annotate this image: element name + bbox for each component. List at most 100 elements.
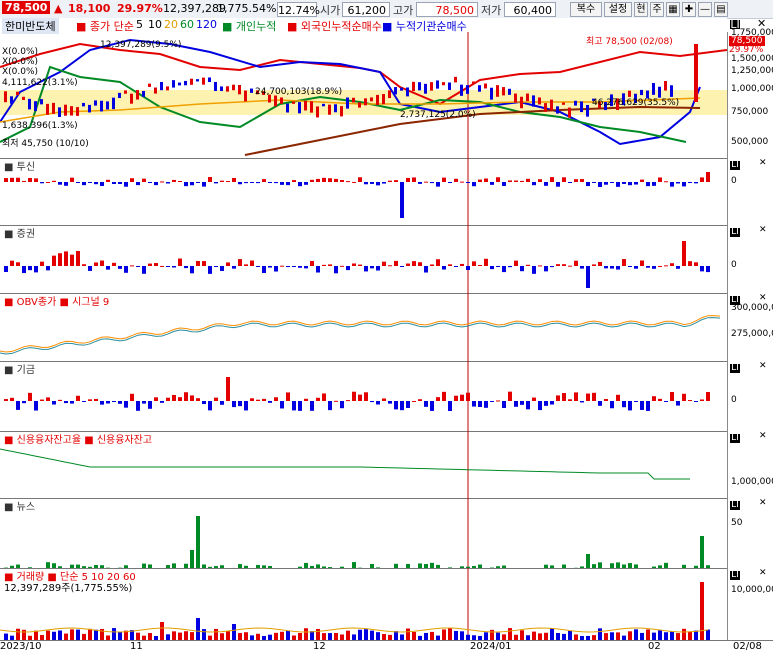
minimize-icon[interactable]: — <box>698 2 712 17</box>
price-chart <box>0 32 727 158</box>
flow-bar <box>136 182 140 185</box>
close-icon[interactable]: ✕ <box>759 225 767 235</box>
flow-bar <box>130 394 134 401</box>
flow-bar <box>220 181 224 182</box>
li-icon[interactable]: LI <box>730 161 740 170</box>
flow-bar <box>208 177 212 182</box>
flow-bar <box>106 401 110 403</box>
volume-bar <box>46 631 50 640</box>
open-label: 시가 <box>320 2 340 18</box>
window-icon[interactable]: ▤ <box>714 2 728 17</box>
candle <box>232 85 235 91</box>
li-icon[interactable]: LI <box>730 434 740 443</box>
flow-bar <box>490 401 494 402</box>
flow-bar <box>532 266 536 274</box>
flow-bar <box>22 401 26 403</box>
sub-panel-2: ■ 증권 <box>0 225 727 294</box>
flow-bar <box>142 401 146 404</box>
flow-bar <box>520 181 524 182</box>
panel-title: ■ 신용융자잔고율 ■ 신용융자잔고 <box>4 431 152 446</box>
flow-bar <box>412 401 416 402</box>
volume-bar <box>454 631 458 640</box>
flow-bar <box>466 393 470 401</box>
flow-bar <box>346 400 350 401</box>
volume-bar <box>706 630 710 640</box>
high-label: 고가 <box>393 2 413 18</box>
flow-bar <box>250 182 254 183</box>
flow-bar <box>34 178 38 182</box>
volume-bar <box>232 624 236 640</box>
flow-bar <box>478 401 482 407</box>
li-icon[interactable]: LI <box>730 501 740 510</box>
axis-tick: 300,000,000 <box>731 303 773 313</box>
annotation-9: 1,638,396(1.3%) <box>2 121 78 131</box>
flow-bar <box>688 400 692 401</box>
sub-panel-5: ■ 신용융자잔고율 ■ 신용융자잔고 <box>0 431 727 499</box>
li-icon[interactable]: LI <box>730 571 740 580</box>
flow-bar <box>202 182 206 187</box>
volume-bar <box>508 628 512 640</box>
grid-icon[interactable]: ▦ <box>666 2 680 17</box>
flow-bar <box>286 182 290 185</box>
flow-bar <box>214 266 218 267</box>
flow-bar <box>10 261 14 266</box>
flow-bar <box>448 182 452 183</box>
close-icon[interactable]: ✕ <box>759 361 767 371</box>
candle <box>274 96 277 107</box>
flow-bar <box>142 266 146 274</box>
flow-bar <box>76 182 80 183</box>
close-icon[interactable]: ✕ <box>759 498 767 508</box>
flow-bar <box>658 399 662 401</box>
volume-bar <box>220 633 224 640</box>
settings-button[interactable]: 설정 <box>604 2 632 17</box>
candle <box>352 98 355 103</box>
candle <box>544 103 547 112</box>
candle <box>346 97 349 108</box>
min-label: 최저 45,750 (10/10) <box>2 136 89 149</box>
volume-bar <box>22 630 26 640</box>
flow-bar <box>286 392 290 401</box>
cross-icon[interactable]: ✚ <box>682 2 696 17</box>
volume-bar <box>184 631 188 640</box>
multi-button[interactable]: 복수 <box>570 2 602 17</box>
stock-button[interactable]: 주 <box>650 2 664 17</box>
volume-sub-label: 12,397,289주(1,775.55%) <box>4 579 132 594</box>
flow-bar <box>10 398 14 401</box>
close-icon[interactable]: ✕ <box>759 431 767 441</box>
panel-title: ■ 기금 <box>4 361 35 376</box>
flow-bar <box>352 263 356 266</box>
flow-bar <box>250 261 254 266</box>
x-tick: 2024/01 <box>470 641 512 652</box>
close-icon[interactable]: ✕ <box>759 158 767 168</box>
flow-bar <box>154 263 158 266</box>
flow-bar <box>676 401 680 406</box>
flow-bar <box>610 182 614 183</box>
flow-bar <box>358 395 362 401</box>
candle <box>466 85 469 94</box>
panel-title: ■ OBV종가 ■ 시그널 9 <box>4 293 109 308</box>
close-icon[interactable]: ✕ <box>759 293 767 303</box>
flow-bar <box>676 182 680 183</box>
volume-bar <box>490 630 494 640</box>
flow-bar <box>124 266 128 273</box>
current-button[interactable]: 현 <box>634 2 648 17</box>
close-icon[interactable]: ✕ <box>759 568 767 578</box>
volume-bar <box>112 628 116 640</box>
news-bar <box>196 516 200 568</box>
flow-bar <box>316 266 320 273</box>
li-icon[interactable]: LI <box>730 364 740 373</box>
flow-bar <box>262 266 266 273</box>
flow-bar <box>400 401 404 410</box>
li-icon[interactable]: LI <box>730 228 740 237</box>
x-tick: 2023/10 <box>0 641 42 652</box>
volume-bar <box>178 633 182 640</box>
flow-bar <box>490 182 494 185</box>
axis-tick: 1,750,000 <box>731 28 773 38</box>
volume-bar <box>298 633 302 640</box>
flow-bar <box>316 179 320 182</box>
flow-bar <box>400 182 404 218</box>
flow-bar <box>304 266 308 268</box>
flow-bar <box>118 182 122 184</box>
volume-bar <box>88 629 92 640</box>
axis-tick: 275,000,000 <box>731 329 773 339</box>
